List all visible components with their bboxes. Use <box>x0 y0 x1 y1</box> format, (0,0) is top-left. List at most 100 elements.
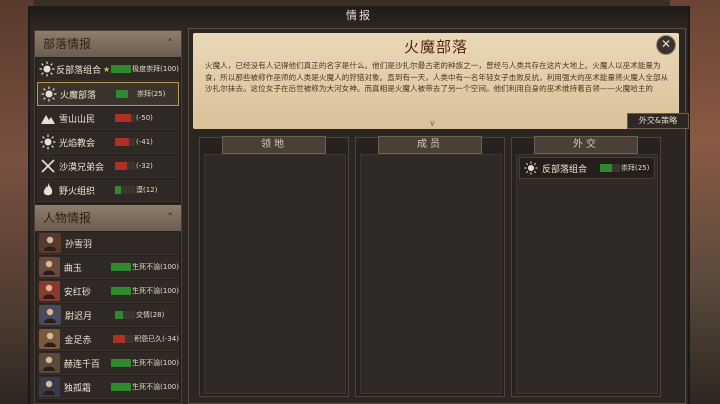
relation-badge: 生死不渝(100) <box>111 286 179 296</box>
relation-badge: 崇拜(25) <box>116 89 165 99</box>
sun-icon <box>37 132 59 152</box>
relation-bar <box>111 65 132 73</box>
mountain-icon <box>37 108 59 128</box>
character-row[interactable]: 孙雪羽 <box>37 232 179 255</box>
avatar <box>39 233 61 253</box>
chevron-up-icon[interactable]: ˄ <box>168 205 174 231</box>
relation-bar-fill <box>115 114 131 122</box>
character-row[interactable]: 尉迟月 交情(28) <box>37 304 179 327</box>
relation-text: 崇拜(25) <box>621 164 650 172</box>
relation-text: (-41) <box>136 138 153 146</box>
relation-bar <box>115 138 135 146</box>
tribe-name: 沙漠兄弟会 <box>59 162 105 173</box>
relation-bar <box>115 114 135 122</box>
territory-header: 领地 <box>222 136 326 154</box>
tribe-row[interactable]: 光焰教会 (-41) <box>37 131 179 154</box>
members-column: 成员 <box>355 136 505 397</box>
members-header: 成员 <box>378 136 482 154</box>
character-row[interactable]: 独孤霜 生死不渝(100) <box>37 376 179 399</box>
close-icon[interactable]: ✕ <box>656 35 676 55</box>
character-name: 尉迟月 <box>65 311 93 322</box>
character-name: 安红砂 <box>63 287 91 298</box>
character-list: 孙雪羽 曲玉 生死不渝(100) 安红砂 生死不渝(100) 尉迟月 交情(28) 金足赤 积怨… <box>35 232 181 399</box>
tribe-name: 火魔部落 <box>60 90 97 101</box>
diplomacy-item-name: 反部落组合 <box>542 164 588 175</box>
character-name: 孙雪羽 <box>65 239 93 250</box>
relation-bar-fill <box>115 138 129 146</box>
relation-text: (-32) <box>136 162 153 170</box>
diplomacy-column: 外交 反部落组合 崇拜(25) <box>511 136 661 397</box>
tribes-header-label: 部落情报 <box>43 37 92 51</box>
tribe-name: 雪山山民 <box>59 114 96 125</box>
relation-badge: 生死不渝(100) <box>111 382 179 392</box>
chevron-up-icon[interactable]: ˄ <box>168 31 174 57</box>
relation-bar-fill <box>116 90 128 98</box>
intel-window: 情报 部落情报 ˄ 反部落组合 ★ 极度崇拜(100) 火魔部落 崇拜(25) 雪山山民(… <box>28 6 690 404</box>
avatar <box>39 377 60 397</box>
diplomacy-item[interactable]: 反部落组合 崇拜(25) <box>519 157 655 179</box>
sun-icon <box>38 84 60 104</box>
character-row[interactable]: 曲玉 生死不渝(100) <box>37 256 179 279</box>
relation-bar-fill <box>113 335 126 343</box>
character-row[interactable]: 金足赤 积怨已久(-34) <box>37 328 179 351</box>
relation-bar <box>115 162 135 170</box>
tribe-row[interactable]: 雪山山民 (-50) <box>37 107 179 130</box>
diplomacy-header: 外交 <box>534 136 638 154</box>
tribes-section-header[interactable]: 部落情报 ˄ <box>35 31 181 57</box>
relation-bar-fill <box>115 186 121 194</box>
relation-bar-fill <box>111 263 132 271</box>
sun-icon <box>520 161 542 175</box>
tribe-row[interactable]: 沙漠兄弟会 (-32) <box>37 155 179 178</box>
tribe-row[interactable]: 反部落组合 ★ 极度崇拜(100) <box>37 58 179 81</box>
relation-text: 生死不渝(100) <box>132 287 179 295</box>
tribe-description-card: 火魔部落 火魔人，已经没有人记得他们真正的名字是什么。他们是沙扎尔最古老的种族之… <box>193 33 679 129</box>
relation-badge: (-50) <box>115 113 153 123</box>
tribe-name: 反部落组合 <box>56 65 102 76</box>
character-name: 曲玉 <box>63 263 82 274</box>
relation-text: 生死不渝(100) <box>132 263 179 271</box>
swords-icon <box>37 156 59 176</box>
star-icon: ★ <box>103 64 111 74</box>
character-name: 金足赤 <box>64 335 92 346</box>
chevron-down-icon[interactable]: ∨ <box>429 119 436 129</box>
relation-badge: (-32) <box>115 161 153 171</box>
flame-icon <box>37 180 59 200</box>
relation-text: 极度崇拜(100) <box>132 65 179 73</box>
tribe-row[interactable]: 野火组织 漠(12) <box>37 179 179 202</box>
relation-bar <box>115 311 135 319</box>
relation-bar-fill <box>115 311 123 319</box>
right-panel: 火魔部落 火魔人，已经没有人记得他们真正的名字是什么。他们是沙扎尔最古老的种族之… <box>188 28 689 404</box>
character-row[interactable]: 安红砂 生死不渝(100) <box>37 280 179 303</box>
relation-bar <box>115 186 135 194</box>
relation-badge: 漠(12) <box>115 185 157 195</box>
avatar <box>39 329 61 349</box>
relation-bar <box>111 383 132 391</box>
avatar <box>39 305 61 325</box>
tribe-description: 火魔人，已经没有人记得他们真正的名字是什么。他们是沙扎尔最古老的种族之一，曾经与… <box>205 61 669 93</box>
tribe-row[interactable]: 火魔部落 崇拜(25) <box>37 82 179 106</box>
diplomacy-list: 反部落组合 崇拜(25) <box>516 154 658 394</box>
chars-section-header[interactable]: 人物情报 ˄ <box>35 205 181 231</box>
relation-badge: 崇拜(25) <box>600 163 649 173</box>
window-title: 情报 <box>30 6 688 26</box>
relation-bar-fill <box>600 164 612 172</box>
relation-badge: 积怨已久(-34) <box>113 334 179 344</box>
relation-badge: 交情(28) <box>115 310 164 320</box>
relation-bar <box>113 335 134 343</box>
relation-bar-fill <box>115 162 127 170</box>
diplomacy-strategy-button[interactable]: 外交&策略 <box>627 113 689 129</box>
relation-badge: 生死不渝(100) <box>111 262 179 272</box>
left-panel: 部落情报 ˄ 反部落组合 ★ 极度崇拜(100) 火魔部落 崇拜(25) 雪山山民 (-50… <box>34 30 182 404</box>
members-list <box>360 154 502 394</box>
relation-badge: (-41) <box>115 137 153 147</box>
relation-bar <box>111 287 132 295</box>
character-name: 赫连千百 <box>63 359 100 370</box>
character-name: 独孤霜 <box>63 383 91 394</box>
character-row[interactable]: 赫连千百 生死不渝(100) <box>37 352 179 375</box>
territory-list <box>204 154 346 394</box>
relation-badge: 生死不渝(100) <box>111 358 179 368</box>
relation-bar <box>600 164 620 172</box>
tribe-list: 反部落组合 ★ 极度崇拜(100) 火魔部落 崇拜(25) 雪山山民 (-50) 光焰教会 (-… <box>35 58 181 202</box>
tribe-title: 火魔部落 <box>403 38 468 56</box>
relation-text: 积怨已久(-34) <box>134 335 179 343</box>
